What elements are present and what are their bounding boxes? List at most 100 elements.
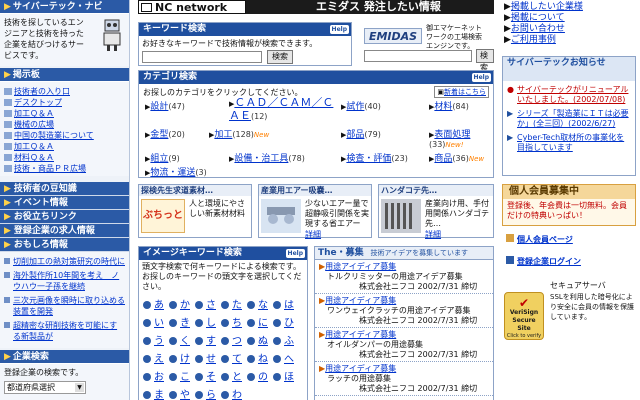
category-item-parts[interactable]: ▶部品(79) xyxy=(341,127,381,140)
top-banner[interactable]: NC network エミダス 発注したい情報 xyxy=(138,0,494,14)
bbs-item[interactable]: 加工Ｑ＆Ａ xyxy=(4,141,125,152)
kana-cell[interactable]: し xyxy=(195,312,221,330)
kana-cell[interactable]: ね xyxy=(247,348,273,366)
kana-link[interactable]: た xyxy=(232,300,242,311)
bbs-item[interactable]: 技術者の入り口 xyxy=(4,86,125,97)
wanted-item[interactable]: ▶用途アイディア募集 ラッチの用途募集 株式会社ニフコ 2002/7/31 締切 xyxy=(315,362,493,396)
kana-link[interactable]: さ xyxy=(206,300,216,311)
notice-item[interactable]: ▶ Cyber-Tech取材所の事業化を目指しています xyxy=(507,133,631,153)
kana-cell[interactable]: く xyxy=(169,330,195,348)
notice-item[interactable]: ▶ シリーズ「製造業にＩＴは必要か」(全三回）(2002/6/27) xyxy=(507,109,631,129)
category-item-logistics[interactable]: ▶物流・運送(3) xyxy=(145,165,207,178)
category-item-prototype[interactable]: ▶試作(40) xyxy=(341,99,381,112)
prefecture-select[interactable]: 都道府県選択 ▼ xyxy=(4,381,86,394)
kana-link[interactable]: な xyxy=(258,300,268,311)
bbs-item[interactable]: 加工Ｑ＆Ａ xyxy=(4,108,125,119)
emidas-search-button[interactable]: 検索 xyxy=(476,49,494,72)
feature-box-air[interactable]: 産業用エアー吸嚢… 少ないエアー量で超静吸引関係を実現する省エアー 詳細 xyxy=(258,184,372,239)
bbs-item[interactable]: 中国の製造業について xyxy=(4,130,125,141)
kana-link[interactable]: あ xyxy=(154,300,164,311)
member-box[interactable]: 個人会員募集中 登録後、年会費は一切無料。会員だけの特典いっぱい！ xyxy=(502,184,636,226)
news-item[interactable]: 切削加工の熱対策研究の時代に xyxy=(4,256,125,267)
menu-item-fun[interactable]: ▶ おもしろ情報 xyxy=(0,238,129,252)
kana-cell[interactable]: や xyxy=(169,384,195,400)
menu-item-events[interactable]: ▶ イベント情報 xyxy=(0,196,129,210)
kana-cell[interactable]: と xyxy=(221,366,247,384)
news-item[interactable]: 海外製作所10年間を考え ノウハウ一子孫を継続 xyxy=(4,270,125,292)
feature-box-material[interactable]: 探検先生求道素材… ぶちっと 人と環境にやさしい新素材材料 xyxy=(138,184,252,238)
wanted-item-head[interactable]: ▶用途アイディア募集 xyxy=(319,330,489,340)
help-button[interactable]: Help xyxy=(329,25,349,34)
kana-link[interactable]: え xyxy=(154,354,164,365)
wanted-item-head[interactable]: ▶用途アイディア募集 xyxy=(319,364,489,374)
kana-link[interactable]: わ xyxy=(232,390,242,400)
kana-link[interactable]: せ xyxy=(206,354,216,365)
kana-cell[interactable]: な xyxy=(247,294,273,312)
kana-cell[interactable]: こ xyxy=(169,366,195,384)
category-item-assembly[interactable]: ▶組立(9) xyxy=(145,151,180,164)
kana-cell[interactable]: ま xyxy=(143,384,169,400)
emidas-logo[interactable]: EMIDAS xyxy=(364,28,422,44)
kana-link[interactable]: う xyxy=(154,336,164,347)
help-button[interactable]: Help xyxy=(285,249,305,258)
kana-cell[interactable]: た xyxy=(221,294,247,312)
right-link[interactable]: ▶ご利用事例 xyxy=(504,35,636,46)
right-link[interactable]: ▶お問い合わせ xyxy=(504,24,636,35)
kana-link[interactable]: ほ xyxy=(284,372,294,383)
kana-cell[interactable]: す xyxy=(195,330,221,348)
kana-cell[interactable]: か xyxy=(169,294,195,312)
menu-item-tips[interactable]: ▶ 技術者の豆知識 xyxy=(0,182,129,196)
kana-cell[interactable]: ぬ xyxy=(247,330,273,348)
menu-item-links[interactable]: ▶ お役立ちリンク xyxy=(0,210,129,224)
bbs-item[interactable]: デスクトップ xyxy=(4,97,125,108)
bbs-item[interactable]: 技術・商品ＰＲ広場 xyxy=(4,163,125,174)
wanted-item[interactable]: ▶用途アイディア募集 ワンウェイクラッチの用途アイデア募集 株式会社ニフコ 2002… xyxy=(315,294,493,328)
kana-cell[interactable]: さ xyxy=(195,294,221,312)
kana-link[interactable]: へ xyxy=(284,354,294,365)
kana-cell[interactable]: お xyxy=(143,366,169,384)
kana-cell[interactable]: わ xyxy=(221,384,247,400)
kana-cell[interactable]: え xyxy=(143,348,169,366)
company-login-link[interactable]: 登録企業ログイン xyxy=(506,256,581,267)
keyword-input[interactable] xyxy=(142,51,262,63)
kana-cell[interactable]: あ xyxy=(143,294,169,312)
kana-cell[interactable]: て xyxy=(221,348,247,366)
category-item-machining[interactable]: ▶加工(128)New xyxy=(209,127,269,140)
kana-link[interactable]: と xyxy=(232,372,242,383)
verisign-badge[interactable]: ✔ VeriSign Secure Site Click to verify xyxy=(504,292,544,340)
kana-link[interactable]: こ xyxy=(180,372,190,383)
keyword-search-button[interactable]: 検索 xyxy=(267,50,293,64)
kana-link[interactable]: い xyxy=(154,318,164,329)
member-page-link[interactable]: 個人会員ページ xyxy=(506,234,573,245)
kana-cell[interactable]: ほ xyxy=(273,366,299,384)
emidas-input[interactable] xyxy=(364,50,472,62)
right-link[interactable]: ▶掲載したい企業様 xyxy=(504,2,636,13)
kana-link[interactable]: ら xyxy=(206,390,216,400)
kana-cell[interactable]: ふ xyxy=(273,330,299,348)
kana-link[interactable]: け xyxy=(180,354,190,365)
kana-link[interactable]: ぬ xyxy=(258,336,268,347)
kana-link[interactable]: す xyxy=(206,336,216,347)
feature-title[interactable]: 産業用エアー吸嚢… xyxy=(259,185,371,196)
category-item-cad[interactable]: ▶ＣＡＤ／ＣＡＭ／ＣＡＥ(12) xyxy=(229,97,339,123)
news-item[interactable]: 三次元画像を瞬時に取り込める装置を開発 xyxy=(4,295,125,317)
kana-cell[interactable]: き xyxy=(169,312,195,330)
category-item-equipment[interactable]: ▶設備・治工具(78) xyxy=(229,151,305,164)
kana-cell[interactable]: に xyxy=(247,312,273,330)
wanted-item-head[interactable]: ▶用途アイディア募集 xyxy=(319,296,489,306)
kana-cell[interactable]: ち xyxy=(221,312,247,330)
category-item-products[interactable]: ▶商品(36)New xyxy=(429,151,484,164)
category-item-materials[interactable]: ▶材料(84) xyxy=(429,99,469,112)
kana-link[interactable]: や xyxy=(180,390,190,400)
wanted-item[interactable]: ▶用途アイディア募集 オイルダンパーの用途募集 株式会社ニフコ 2002/7/31 … xyxy=(315,328,493,362)
kana-link[interactable]: き xyxy=(180,318,190,329)
bbs-item[interactable]: 材料Ｑ＆Ａ xyxy=(4,152,125,163)
kana-cell[interactable]: へ xyxy=(273,348,299,366)
kana-link[interactable]: ま xyxy=(154,390,164,400)
category-item-inspection[interactable]: ▶検査・評価(23) xyxy=(341,151,408,164)
wanted-item[interactable]: ▶用途アイディア募集 トルクリミッターの用途アイデア募集 株式会社ニフコ 2002/… xyxy=(315,260,493,294)
kana-link[interactable]: て xyxy=(232,354,242,365)
kana-link[interactable]: つ xyxy=(232,336,242,347)
right-link[interactable]: ▶掲載について xyxy=(504,13,636,24)
kana-cell[interactable]: の xyxy=(247,366,273,384)
